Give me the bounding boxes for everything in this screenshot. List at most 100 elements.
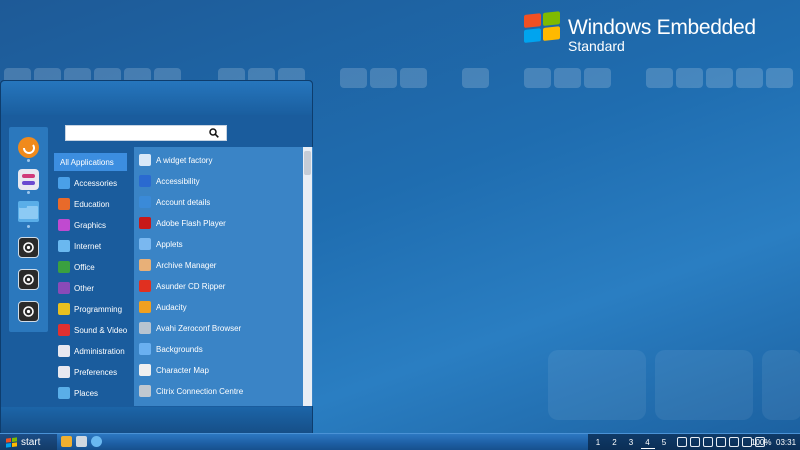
pen-icon[interactable]: [677, 437, 687, 447]
cd-ripper-icon: [139, 280, 151, 292]
category-item[interactable]: Programming: [54, 300, 127, 318]
windows-embedded-logo: Windows Embedded Standard: [524, 11, 794, 54]
desktop-tile: [766, 68, 793, 88]
desktop-tile: [462, 68, 489, 88]
system-tray: 1 2 3 4 5 100% 03:31: [588, 434, 800, 450]
power-icon[interactable]: [18, 269, 39, 290]
character-map-icon: [139, 364, 151, 376]
flag-pane: [12, 442, 17, 447]
category-item[interactable]: Preferences: [54, 363, 127, 381]
application-item[interactable]: Applets: [139, 235, 299, 253]
internet-icon: [58, 240, 70, 252]
desktop-tile: [646, 68, 673, 88]
keyboard-a-icon[interactable]: [729, 437, 739, 447]
programming-icon: [58, 303, 70, 315]
search-input[interactable]: [65, 125, 227, 141]
application-item[interactable]: Backgrounds: [139, 340, 299, 358]
office-icon: [58, 261, 70, 273]
category-label: Preferences: [74, 367, 118, 377]
start-button[interactable]: start: [0, 434, 57, 450]
application-item[interactable]: Archive Manager: [139, 256, 299, 274]
category-item[interactable]: Places: [54, 384, 127, 402]
category-label: Graphics: [74, 220, 107, 230]
category-item[interactable]: Office: [54, 258, 127, 276]
browser-icon[interactable]: [91, 436, 102, 447]
home-icon[interactable]: [76, 436, 87, 447]
application-item[interactable]: Accessibility: [139, 172, 299, 190]
category-item[interactable]: All Applications: [54, 153, 127, 171]
desktop-tile: [676, 68, 703, 88]
category-label: Education: [74, 199, 110, 209]
category-item[interactable]: Sound & Video: [54, 321, 127, 339]
workspace-3[interactable]: 3: [624, 436, 638, 449]
administration-icon: [58, 345, 70, 357]
windows-flag-icon: [524, 11, 562, 45]
application-label: Accessibility: [156, 176, 200, 186]
education-icon: [58, 198, 70, 210]
folder-icon[interactable]: [18, 201, 39, 222]
category-item[interactable]: Graphics: [54, 216, 127, 234]
scrollbar-thumb[interactable]: [304, 151, 311, 175]
application-item[interactable]: A widget factory: [139, 151, 299, 169]
file-manager-icon[interactable]: [61, 436, 72, 447]
category-label: All Applications: [60, 157, 114, 167]
clock[interactable]: 03:31: [776, 436, 796, 449]
favorites-separator: [27, 159, 30, 162]
settings-toggle-icon[interactable]: [18, 169, 39, 190]
desktop-tile: [554, 68, 581, 88]
desktop-tile: [736, 68, 763, 88]
desktop-tile: [584, 68, 611, 88]
application-item[interactable]: Adobe Flash Player: [139, 214, 299, 232]
application-label: Avahi Zeroconf Browser: [156, 323, 242, 333]
shutdown-icon[interactable]: [18, 301, 39, 322]
flag-pane: [6, 438, 11, 443]
flag-pane: [524, 28, 541, 43]
desktop-decoration: [548, 350, 646, 420]
category-item[interactable]: Administration: [54, 342, 127, 360]
application-item[interactable]: Asunder CD Ripper: [139, 277, 299, 295]
preferences-icon: [58, 366, 70, 378]
category-label: Administration: [74, 346, 125, 356]
avahi-icon: [139, 322, 151, 334]
application-item[interactable]: Avahi Zeroconf Browser: [139, 319, 299, 337]
category-item[interactable]: Accessories: [54, 174, 127, 192]
favorites-bar: [9, 127, 48, 332]
workspace-2[interactable]: 2: [608, 436, 622, 449]
desktop-tile: [370, 68, 397, 88]
application-list: A widget factory Accessibility Account det…: [134, 147, 313, 406]
category-label: Sound & Video: [74, 325, 128, 335]
application-list-scrollbar[interactable]: [303, 147, 312, 406]
application-item[interactable]: Citrix Connection Centre: [139, 382, 299, 400]
sound-video-icon: [58, 324, 70, 336]
start-menu-footer: [1, 407, 312, 433]
category-label: Accessories: [74, 178, 118, 188]
backgrounds-icon: [139, 343, 151, 355]
chat-icon[interactable]: [716, 437, 726, 447]
flag-pane: [6, 443, 11, 448]
graphics-icon: [58, 219, 70, 231]
application-item[interactable]: Audacity: [139, 298, 299, 316]
category-label: Programming: [74, 304, 123, 314]
screenshot-icon[interactable]: [18, 237, 39, 258]
category-label: Internet: [74, 241, 102, 251]
link-icon[interactable]: [703, 437, 713, 447]
category-item[interactable]: Other: [54, 279, 127, 297]
desktop-decoration: [762, 350, 800, 420]
application-item[interactable]: Character Map: [139, 361, 299, 379]
firefox-icon[interactable]: [18, 137, 39, 158]
start-menu-header: [1, 81, 312, 115]
category-label: Other: [74, 283, 95, 293]
application-label: Backgrounds: [156, 344, 203, 354]
workspace-4[interactable]: 4: [640, 436, 655, 449]
category-item[interactable]: Internet: [54, 237, 127, 255]
taskbar: start 1 2 3 4 5 100% 03:31: [0, 433, 800, 450]
search-icon[interactable]: [209, 128, 219, 138]
brand-title: Windows Embedded: [568, 16, 756, 39]
workspace-1[interactable]: 1: [591, 436, 605, 449]
start-flag-icon: [6, 437, 17, 448]
workspace-5[interactable]: 5: [657, 436, 671, 449]
application-item[interactable]: Account details: [139, 193, 299, 211]
application-label: Adobe Flash Player: [156, 218, 226, 228]
music-icon[interactable]: [690, 437, 700, 447]
category-item[interactable]: Education: [54, 195, 127, 213]
